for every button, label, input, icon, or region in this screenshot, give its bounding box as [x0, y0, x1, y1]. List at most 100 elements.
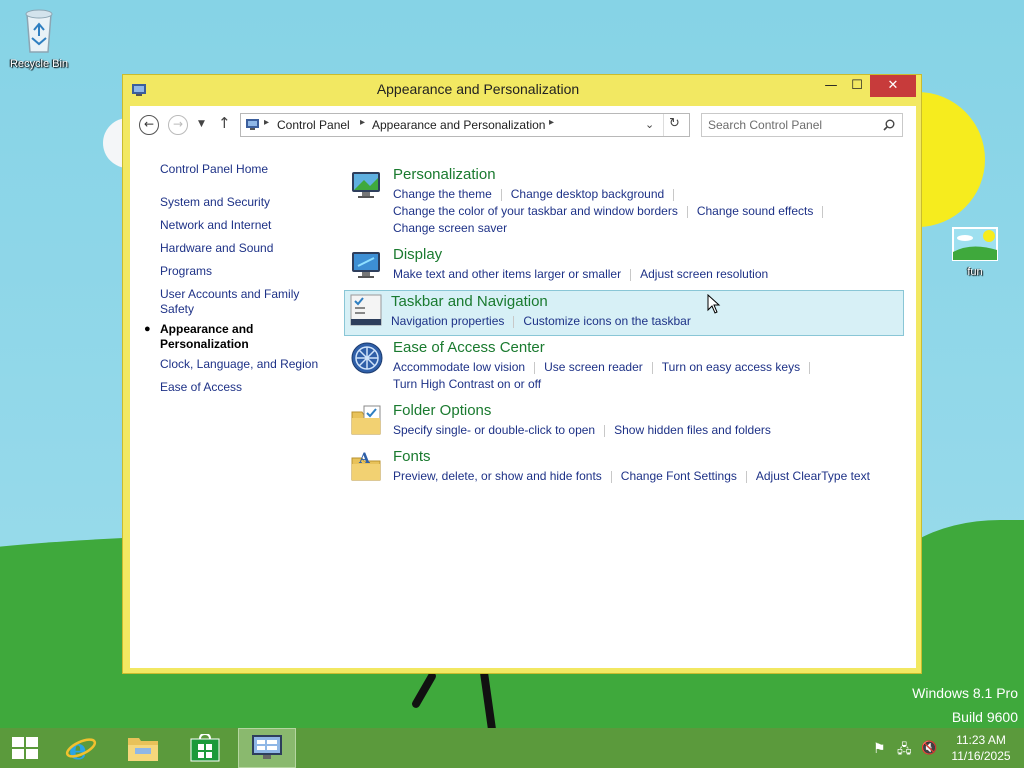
link-screen-reader[interactable]: Use screen reader	[544, 360, 643, 374]
file-explorer-icon	[128, 738, 158, 761]
recycle-bin-icon	[25, 9, 53, 53]
control-panel-window: Appearance and Personalization — ☐ ✕ ← →…	[122, 74, 922, 674]
category-title[interactable]: Display	[393, 246, 442, 263]
maximize-button[interactable]: ☐	[843, 75, 871, 97]
category-title[interactable]: Taskbar and Navigation	[391, 293, 548, 310]
chevron-right-icon[interactable]: ▸	[549, 117, 554, 128]
category-ease-of-access: Ease of Access Center Accommodate low vi…	[346, 339, 906, 394]
clock[interactable]: 11:23 AM 11/16/2025	[946, 733, 1016, 763]
link-change-sound-effects[interactable]: Change sound effects	[697, 204, 814, 218]
link-change-taskbar-color[interactable]: Change the color of your taskbar and win…	[393, 204, 678, 218]
category-links: Navigation properties Customize icons on …	[391, 313, 891, 330]
window-title: Appearance and Personalization	[376, 81, 580, 97]
taskbar-file-explorer[interactable]	[114, 728, 172, 768]
fonts-folder-icon: A	[351, 451, 381, 481]
link-change-desktop-background[interactable]: Change desktop background	[511, 187, 664, 201]
divider	[673, 188, 675, 201]
forward-button[interactable]: →	[168, 115, 188, 135]
taskbar-store[interactable]	[176, 728, 234, 768]
breadcrumb-control-panel[interactable]: Control Panel	[277, 118, 350, 132]
link-navigation-properties[interactable]: Navigation properties	[391, 314, 504, 328]
nav-network-internet[interactable]: Network and Internet	[160, 218, 330, 233]
divider	[822, 205, 824, 218]
chevron-right-icon: ▸	[264, 117, 270, 128]
taskbar-control-panel[interactable]	[238, 728, 296, 768]
divider	[809, 361, 811, 374]
nav-user-accounts[interactable]: User Accounts and Family Safety	[160, 287, 310, 317]
chevron-down-icon: ▼	[198, 119, 205, 129]
link-low-vision[interactable]: Accommodate low vision	[393, 360, 525, 374]
nav-system-security[interactable]: System and Security	[160, 195, 330, 210]
nav-control-panel-home[interactable]: Control Panel Home	[160, 162, 330, 177]
start-icon	[12, 737, 38, 759]
link-change-screen-saver[interactable]: Change screen saver	[393, 221, 507, 235]
nav-clock-language[interactable]: Clock, Language, and Region	[160, 357, 330, 372]
taskbar: e ⚑ 🖧 🔇 11:23 AM 11/16/2025	[0, 728, 1024, 768]
volume-button[interactable]: 🔇	[921, 740, 937, 756]
nav-appearance-current[interactable]: ● Appearance and Personalization	[144, 322, 280, 352]
divider	[513, 315, 515, 328]
link-text-size[interactable]: Make text and other items larger or smal…	[393, 267, 621, 281]
up-button[interactable]: ↑	[218, 114, 231, 132]
link-single-double-click[interactable]: Specify single- or double-click to open	[393, 423, 595, 437]
network-icon: 🖧	[897, 741, 912, 756]
divider	[663, 114, 664, 136]
display-monitor-icon	[352, 252, 380, 278]
divider	[686, 205, 688, 218]
taskbar-internet-explorer[interactable]: e	[52, 728, 110, 768]
category-title[interactable]: Fonts	[393, 448, 431, 465]
desktop-icon-fun[interactable]: fun	[941, 226, 1009, 278]
arrow-left-icon: ←	[143, 117, 155, 131]
address-dropdown-button[interactable]: ⌄	[645, 118, 654, 131]
start-button[interactable]	[0, 728, 50, 768]
category-folder-options: Folder Options Specify single- or double…	[346, 402, 906, 442]
address-bar[interactable]: ▸ Control Panel ▸ Appearance and Persona…	[240, 113, 690, 137]
nav-ease-of-access[interactable]: Ease of Access	[160, 380, 330, 395]
category-links: Change the theme Change desktop backgroun…	[393, 186, 893, 237]
link-preview-fonts[interactable]: Preview, delete, or show and hide fonts	[393, 469, 602, 483]
category-links: Make text and other items larger or smal…	[393, 266, 893, 283]
category-links: Specify single- or double-click to open S…	[393, 422, 893, 439]
back-button[interactable]: ←	[139, 115, 159, 135]
divider	[651, 361, 653, 374]
window-titlebar[interactable]: Appearance and Personalization — ☐ ✕	[123, 75, 921, 105]
link-show-hidden-files[interactable]: Show hidden files and folders	[614, 423, 771, 437]
control-panel-icon	[252, 735, 282, 759]
category-links: Accommodate low vision Use screen reader T…	[393, 359, 893, 393]
search-box[interactable]	[701, 113, 903, 137]
image-file-icon	[952, 227, 998, 261]
category-taskbar-navigation[interactable]: Taskbar and Navigation Navigation proper…	[344, 290, 904, 336]
link-screen-resolution[interactable]: Adjust screen resolution	[640, 267, 768, 281]
desktop-icon-recycle-bin[interactable]: Recycle Bin	[5, 8, 73, 70]
link-easy-access-keys[interactable]: Turn on easy access keys	[662, 360, 800, 374]
clock-time: 11:23 AM	[956, 733, 1006, 747]
link-high-contrast[interactable]: Turn High Contrast on or off	[393, 377, 541, 391]
minimize-button[interactable]: —	[817, 75, 845, 97]
search-icon[interactable]	[883, 119, 895, 131]
link-cleartype[interactable]: Adjust ClearType text	[756, 469, 870, 483]
current-bullet-icon: ●	[144, 323, 151, 335]
divider	[610, 470, 612, 483]
network-status-button[interactable]: 🖧	[897, 740, 912, 762]
category-title[interactable]: Ease of Access Center	[393, 339, 545, 356]
link-change-theme[interactable]: Change the theme	[393, 187, 492, 201]
internet-explorer-icon: e	[65, 733, 97, 763]
link-customize-taskbar-icons[interactable]: Customize icons on the taskbar	[523, 314, 690, 328]
close-button[interactable]: ✕	[870, 75, 916, 97]
category-title[interactable]: Folder Options	[393, 402, 491, 419]
category-title[interactable]: Personalization	[393, 166, 496, 183]
nav-programs[interactable]: Programs	[160, 264, 330, 279]
store-icon	[190, 734, 220, 762]
control-panel-icon	[246, 119, 259, 130]
nav-hardware-sound[interactable]: Hardware and Sound	[160, 241, 330, 256]
mouse-pointer-icon	[707, 294, 721, 314]
ease-of-access-icon	[351, 342, 383, 374]
chevron-right-icon[interactable]: ▸	[360, 117, 365, 128]
refresh-button[interactable]: ↻	[669, 116, 680, 131]
breadcrumb-appearance[interactable]: Appearance and Personalization	[372, 118, 545, 132]
action-center-button[interactable]: ⚑	[873, 740, 886, 757]
recent-locations-button[interactable]: ▼	[198, 119, 205, 129]
link-font-settings[interactable]: Change Font Settings	[621, 469, 737, 483]
folder-options-icon	[351, 405, 381, 435]
search-input[interactable]	[708, 117, 878, 133]
